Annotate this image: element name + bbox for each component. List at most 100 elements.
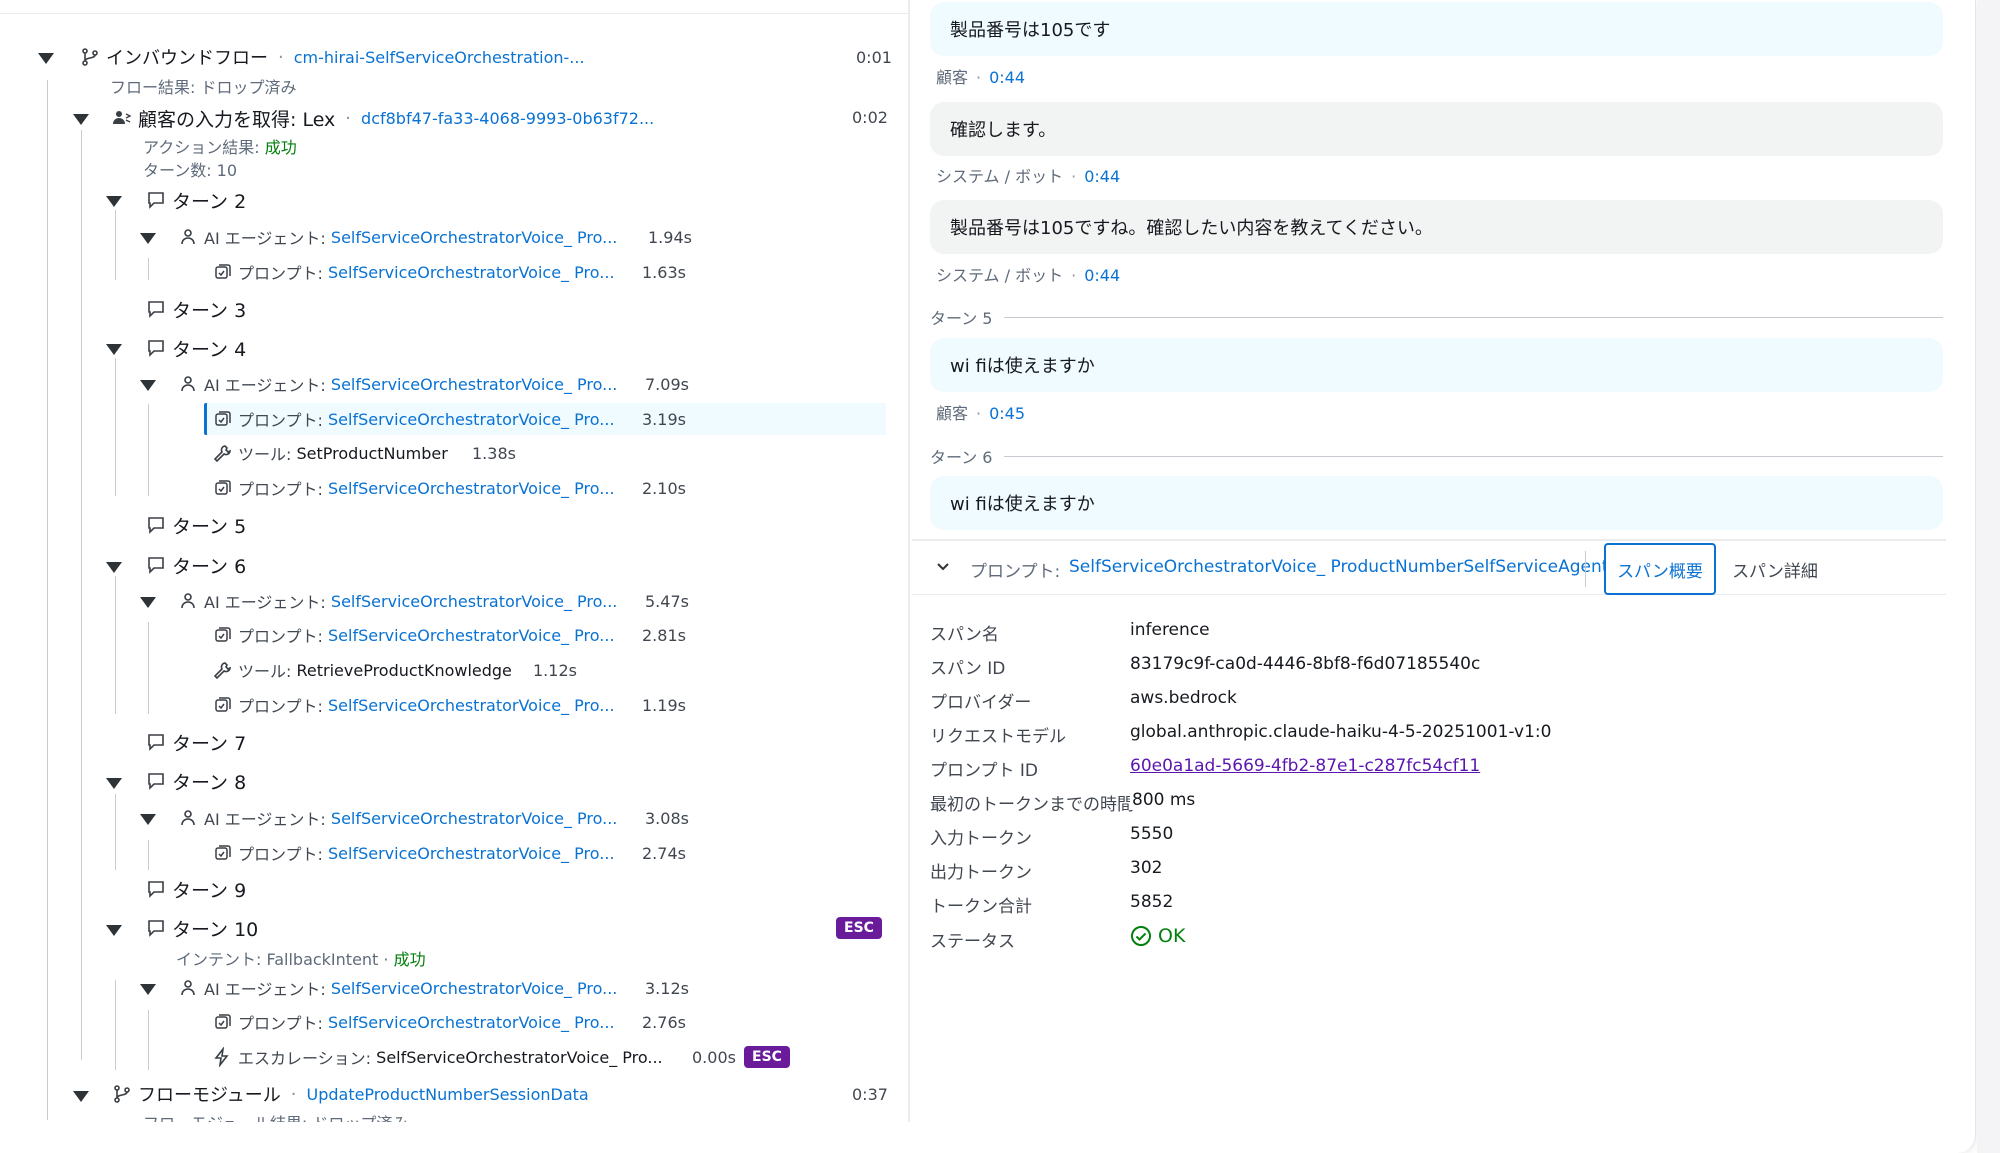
tree-node-prompt[interactable]: プロンプト: SelfServiceOrchestratorVoice_ Pro… xyxy=(210,690,614,720)
tree-node-agent[interactable]: AI エージェント: SelfServiceOrchestratorVoice_… xyxy=(176,369,617,399)
node-duration: 2.81s xyxy=(642,626,686,645)
node-duration: 1.94s xyxy=(648,228,692,247)
field-label: プロンプト ID xyxy=(930,761,1038,781)
node-duration: 1.63s xyxy=(642,263,686,282)
turn-separator-label: ターン 6 xyxy=(930,448,993,467)
node-label: 顧客の入力を取得: Lex xyxy=(138,108,336,131)
timestamp-link[interactable]: 0:44 xyxy=(1084,266,1120,285)
prompt-name-link[interactable]: SelfServiceOrchestratorVoice_ Pro... xyxy=(328,410,614,429)
chat-bubble-icon xyxy=(144,916,168,940)
tree-node-escalation[interactable]: エスカレーション: SelfServiceOrchestratorVoice_ … xyxy=(210,1042,663,1072)
speaker: システム / ボット xyxy=(936,167,1064,186)
tree-node-turn-9[interactable]: ターン 9 xyxy=(144,874,246,904)
collapse-caret-icon[interactable] xyxy=(140,380,156,392)
divider xyxy=(0,13,908,14)
agent-name-link[interactable]: SelfServiceOrchestratorVoice_ Pro... xyxy=(331,375,617,394)
collapse-caret-icon[interactable] xyxy=(140,597,156,609)
collapse-caret-icon[interactable] xyxy=(106,925,122,937)
header-prompt-link[interactable]: SelfServiceOrchestratorVoice_ ProductNum… xyxy=(1069,557,1608,577)
field-label: スパン名 xyxy=(930,625,999,645)
chevron-down-icon[interactable] xyxy=(936,559,950,573)
node-type-label: エスカレーション: xyxy=(238,1049,372,1068)
field-label: 出力トークン xyxy=(930,863,1032,883)
timestamp-link[interactable]: 0:45 xyxy=(989,404,1025,423)
flow-module-result: フローモジュール結果: ドロップ済み xyxy=(143,1110,408,1122)
prompt-name-link[interactable]: SelfServiceOrchestratorVoice_ Pro... xyxy=(328,1013,614,1032)
tree-node-turn-10[interactable]: ターン 10 xyxy=(144,913,258,943)
prompt-name-link[interactable]: SelfServiceOrchestratorVoice_ Pro... xyxy=(328,263,614,282)
field-value: 302 xyxy=(1130,858,1163,878)
tree-node-get-input[interactable]: 顧客の入力を取得: Lex · dcf8bf47-fa33-4068-9993-… xyxy=(110,103,654,133)
field-label: 最初のトークンまでの時間 xyxy=(930,795,1134,815)
separator-line xyxy=(1004,316,1943,318)
node-type-label: プロンプト: xyxy=(238,845,323,864)
tree-node-turn-5[interactable]: ターン 5 xyxy=(144,510,246,540)
collapse-caret-icon[interactable] xyxy=(140,814,156,826)
tab-span-details[interactable]: スパン詳細 xyxy=(1722,543,1828,595)
tree-node-turn-6[interactable]: ターン 6 xyxy=(144,550,246,580)
tree-node-agent[interactable]: AI エージェント: SelfServiceOrchestratorVoice_… xyxy=(176,973,617,1003)
tree-node-prompt[interactable]: プロンプト: SelfServiceOrchestratorVoice_ Pro… xyxy=(210,1007,614,1037)
tree-node-turn-3[interactable]: ターン 3 xyxy=(144,294,246,324)
node-duration: 3.12s xyxy=(645,979,689,998)
panel-divider[interactable] xyxy=(908,0,910,1122)
tree-node-prompt[interactable]: プロンプト: SelfServiceOrchestratorVoice_ Pro… xyxy=(210,257,614,287)
chat-bubble-icon xyxy=(144,297,168,321)
tree-node-prompt[interactable]: プロンプト: SelfServiceOrchestratorVoice_ Pro… xyxy=(210,620,614,650)
prompt-icon xyxy=(210,1010,234,1034)
agent-name-link[interactable]: SelfServiceOrchestratorVoice_ Pro... xyxy=(331,592,617,611)
node-duration: 3.19s xyxy=(642,410,686,429)
collapse-caret-icon[interactable] xyxy=(106,196,122,208)
flow-id-link[interactable]: cm-hirai-SelfServiceOrchestration-... xyxy=(294,48,585,67)
timestamp-link[interactable]: 0:44 xyxy=(989,68,1025,87)
agent-name-link[interactable]: SelfServiceOrchestratorVoice_ Pro... xyxy=(331,979,617,998)
prompt-name-link[interactable]: SelfServiceOrchestratorVoice_ Pro... xyxy=(328,479,614,498)
branch-icon xyxy=(78,45,102,69)
prompt-icon xyxy=(210,841,234,865)
tree-node-turn-4[interactable]: ターン 4 xyxy=(144,333,246,363)
collapse-caret-icon[interactable] xyxy=(140,984,156,996)
tree-node-turn-2[interactable]: ターン 2 xyxy=(144,185,246,215)
node-time: 0:01 xyxy=(856,48,892,67)
collapse-caret-icon[interactable] xyxy=(106,778,122,790)
tree-node-agent[interactable]: AI エージェント: SelfServiceOrchestratorVoice_… xyxy=(176,803,617,833)
collapse-caret-icon[interactable] xyxy=(140,233,156,245)
message-meta: 顧客 · 0:45 xyxy=(936,400,1025,424)
collapse-caret-icon[interactable] xyxy=(73,1091,89,1103)
tree-guide-line xyxy=(81,130,82,1060)
turn-separator-label: ターン 5 xyxy=(930,309,993,328)
tree-node-prompt-selected[interactable]: プロンプト: SelfServiceOrchestratorVoice_ Pro… xyxy=(210,404,614,434)
collapse-caret-icon[interactable] xyxy=(106,562,122,574)
tree-node-prompt[interactable]: プロンプト: SelfServiceOrchestratorVoice_ Pro… xyxy=(210,838,614,868)
prompt-name-link[interactable]: SelfServiceOrchestratorVoice_ Pro... xyxy=(328,844,614,863)
agent-name-link[interactable]: SelfServiceOrchestratorVoice_ Pro... xyxy=(331,228,617,247)
tree-node-turn-8[interactable]: ターン 8 xyxy=(144,766,246,796)
collapse-caret-icon[interactable] xyxy=(38,53,54,65)
node-time: 0:37 xyxy=(852,1085,888,1104)
tree-node-prompt[interactable]: プロンプト: SelfServiceOrchestratorVoice_ Pro… xyxy=(210,473,614,503)
action-id-link[interactable]: dcf8bf47-fa33-4068-9993-0b63f72... xyxy=(361,109,654,128)
chat-message-customer: wi fiは使えますか xyxy=(930,338,1943,392)
tree-node-turn-7[interactable]: ターン 7 xyxy=(144,727,246,757)
turn-label: ターン 7 xyxy=(172,732,247,755)
person-icon xyxy=(176,372,200,396)
prompt-name-link[interactable]: SelfServiceOrchestratorVoice_ Pro... xyxy=(328,626,614,645)
collapse-caret-icon[interactable] xyxy=(73,114,89,126)
timestamp-link[interactable]: 0:44 xyxy=(1084,167,1120,186)
status-value: OK xyxy=(1130,925,1185,947)
prompt-id-link[interactable]: 60e0a1ad-5669-4fb2-87e1-c287fc54cf11 xyxy=(1130,756,1480,776)
tree-node-agent[interactable]: AI エージェント: SelfServiceOrchestratorVoice_… xyxy=(176,222,617,252)
agent-name-link[interactable]: SelfServiceOrchestratorVoice_ Pro... xyxy=(331,809,617,828)
prompt-name-link[interactable]: SelfServiceOrchestratorVoice_ Pro... xyxy=(328,696,614,715)
tree-node-flow-module[interactable]: フローモジュール · UpdateProductNumberSessionDat… xyxy=(110,1079,589,1109)
flow-module-link[interactable]: UpdateProductNumberSessionData xyxy=(306,1085,588,1104)
trace-tree-panel: インバウンドフロー · cm-hirai-SelfServiceOrchestr… xyxy=(0,0,908,1122)
collapse-caret-icon[interactable] xyxy=(106,344,122,356)
tree-node-agent[interactable]: AI エージェント: SelfServiceOrchestratorVoice_… xyxy=(176,586,617,616)
tree-node-tool[interactable]: ツール: SetProductNumber xyxy=(210,438,448,468)
escalation-name: SelfServiceOrchestratorVoice_ Pro... xyxy=(376,1047,663,1067)
tree-node-inbound-flow[interactable]: インバウンドフロー · cm-hirai-SelfServiceOrchestr… xyxy=(78,42,585,72)
tree-node-tool[interactable]: ツール: RetrieveProductKnowledge xyxy=(210,655,512,685)
page-background xyxy=(1977,0,2000,1153)
tab-span-summary[interactable]: スパン概要 xyxy=(1604,543,1716,595)
